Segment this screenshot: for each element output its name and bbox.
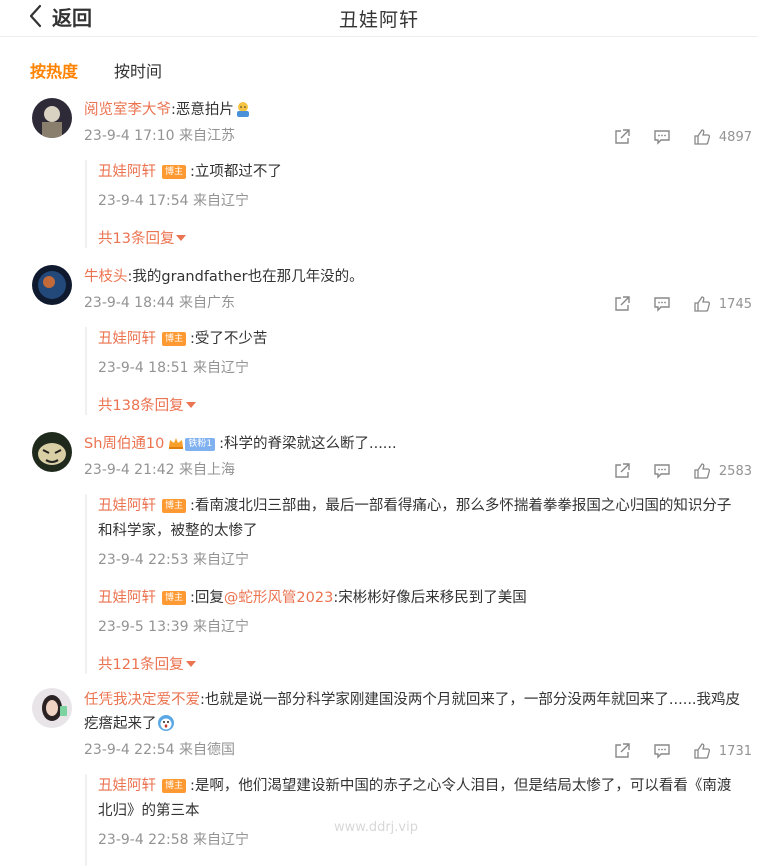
more-replies-link[interactable]: 共138条回复 (98, 394, 196, 415)
top-bar: 返回 丑娃阿轩 (0, 0, 758, 37)
username-link[interactable]: Sh周伯通10 (84, 436, 164, 452)
surprised-emoji-icon (157, 715, 174, 731)
share-icon[interactable] (613, 295, 631, 313)
caret-down-icon (185, 401, 196, 408)
comment-icon[interactable] (653, 462, 671, 480)
reply-item: 丑娃阿轩 博主:回复@蛇形风管2023:宋彬彬好像后来移民到了美国 23-9-5 … (98, 590, 527, 635)
like-button[interactable]: 2583 (693, 462, 752, 480)
more-replies-link[interactable]: 共13条回复 (98, 227, 187, 248)
comment-actions: 1745 (613, 295, 752, 313)
comment-text: Sh周伯通10 铁粉1:科学的脊梁就这么断了...... (84, 436, 397, 452)
author-badge: 博主 (162, 779, 187, 793)
like-button[interactable]: 1745 (693, 295, 752, 313)
like-count: 1745 (718, 296, 752, 312)
fan-badge: 铁粉1 (185, 438, 216, 451)
share-icon[interactable] (613, 128, 631, 146)
author-badge: 博主 (162, 591, 187, 605)
reply-list: 丑娃阿轩 博主:受了不少苦 23-9-4 18:51 来自辽宁 共138条回复 (85, 327, 738, 415)
mention-link[interactable]: @蛇形风管2023 (224, 590, 333, 606)
comment-text: 牛枝头:我的grandfather也在那几年没的。 (84, 269, 364, 285)
caret-down-icon (176, 234, 187, 241)
page-title: 丑娃阿轩 (338, 9, 419, 31)
like-count: 1731 (718, 743, 752, 759)
comment-icon[interactable] (653, 295, 671, 313)
reply-item: 丑娃阿轩 博主:是啊，他们渴望建设新中国的赤子之心令人泪目，但是结局太惨了，可以看… (98, 778, 732, 848)
username-link[interactable]: 任凭我决定爱不爱 (84, 692, 200, 708)
author-badge: 博主 (162, 165, 187, 179)
tab-hot[interactable]: 按热度 (30, 58, 78, 82)
shrug-emoji-icon (236, 102, 249, 117)
sort-tabs: 按热度 按时间 (30, 58, 162, 82)
share-icon[interactable] (613, 742, 631, 760)
author-badge: 博主 (162, 332, 187, 346)
like-button[interactable]: 4897 (693, 128, 752, 146)
comment-actions: 4897 (613, 128, 752, 146)
caret-down-icon (185, 660, 196, 667)
reply-item: 丑娃阿轩 博主:受了不少苦 23-9-4 18:51 来自辽宁 (98, 331, 268, 376)
username-link[interactable]: 丑娃阿轩 (98, 590, 156, 606)
comment-text: 阅览室李大爷:恶意拍片 (84, 98, 754, 122)
thumbs-up-icon (694, 463, 710, 479)
username-link[interactable]: 丑娃阿轩 (98, 331, 156, 347)
comment-icon[interactable] (653, 128, 671, 146)
like-count: 2583 (718, 463, 752, 479)
username-link[interactable]: 牛枝头 (84, 269, 128, 285)
reply-item: 丑娃阿轩 博主:立项都过不了 23-9-4 17:54 来自辽宁 (98, 164, 282, 209)
reply-list: 丑娃阿轩 博主:立项都过不了 23-9-4 17:54 来自辽宁 共13条回复 (85, 160, 738, 248)
reply-item: 丑娃阿轩 博主:看南渡北归三部曲，最后一部看得痛心，那么多怀揣着拳拳报国之心归国的… (98, 498, 732, 568)
avatar[interactable] (32, 432, 72, 472)
comment-text: 任凭我决定爱不爱:也就是说一部分科学家刚建国没两个月就回来了，一部分没两年就回来… (84, 692, 741, 732)
username-link[interactable]: 丑娃阿轩 (98, 164, 156, 180)
username-link[interactable]: 丑娃阿轩 (98, 498, 156, 514)
like-button[interactable]: 1731 (693, 742, 752, 760)
thumbs-up-icon (694, 296, 710, 312)
username-link[interactable]: 阅览室李大爷 (84, 102, 171, 118)
more-replies-link[interactable]: 共121条回复 (98, 653, 196, 674)
comment-actions: 1731 (613, 742, 752, 760)
reply-list: 丑娃阿轩 博主:看南渡北归三部曲，最后一部看得痛心，那么多怀揣着拳拳报国之心归国的… (85, 494, 738, 674)
avatar[interactable] (32, 688, 72, 728)
comment-icon[interactable] (653, 742, 671, 760)
crown-icon (169, 438, 184, 449)
watermark: www.ddrj.vip (334, 820, 418, 835)
thumbs-up-icon (694, 743, 710, 759)
share-icon[interactable] (613, 462, 631, 480)
comment-actions: 2583 (613, 462, 752, 480)
tab-time[interactable]: 按时间 (114, 58, 162, 82)
thumbs-up-icon (694, 129, 710, 145)
author-badge: 博主 (162, 499, 187, 513)
avatar[interactable] (32, 265, 72, 305)
avatar[interactable] (32, 98, 72, 138)
like-count: 4897 (718, 129, 752, 145)
username-link[interactable]: 丑娃阿轩 (98, 778, 156, 794)
